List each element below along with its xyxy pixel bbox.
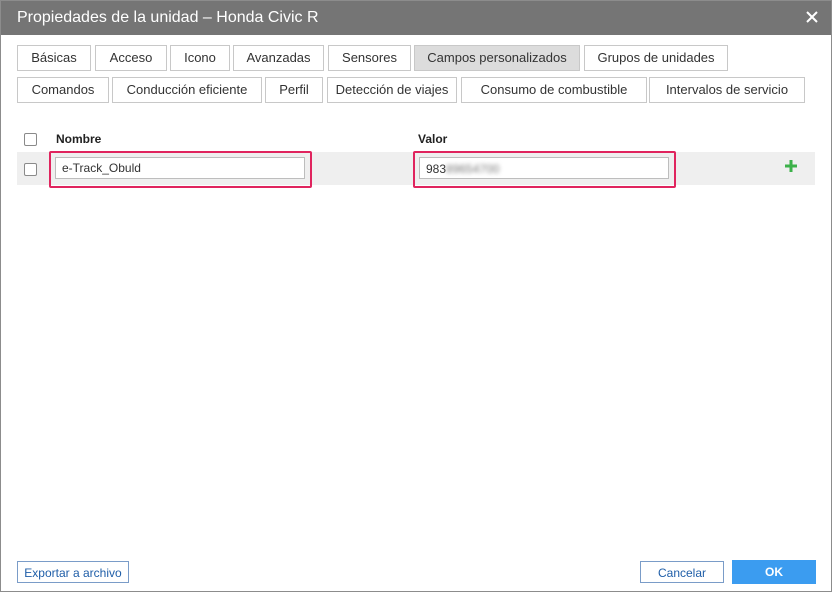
cancel-button[interactable]: Cancelar <box>640 561 724 583</box>
unit-properties-dialog: Propiedades de la unidad – Honda Civic R… <box>0 0 832 592</box>
dialog-title: Propiedades de la unidad – Honda Civic R <box>17 9 319 26</box>
tab-grupos-de-unidades[interactable]: Grupos de unidades <box>584 45 728 71</box>
dialog-titlebar: Propiedades de la unidad – Honda Civic R <box>1 1 831 35</box>
tab-acceso[interactable]: Acceso <box>95 45 167 71</box>
row-checkbox[interactable] <box>24 163 37 176</box>
tab-deteccion-de-viajes[interactable]: Detección de viajes <box>327 77 457 103</box>
custom-field-name-input[interactable] <box>55 157 305 179</box>
tab-sensores[interactable]: Sensores <box>328 45 411 71</box>
tab-basicas[interactable]: Básicas <box>17 45 91 71</box>
tab-perfil[interactable]: Perfil <box>265 77 323 103</box>
ok-button[interactable]: OK <box>732 560 816 584</box>
select-all-checkbox[interactable] <box>24 133 37 146</box>
tab-intervalos-de-servicio[interactable]: Intervalos de servicio <box>649 77 805 103</box>
tab-icono[interactable]: Icono <box>170 45 230 71</box>
tab-comandos[interactable]: Comandos <box>17 77 109 103</box>
value-blurred-text: 89654700 <box>446 162 500 176</box>
value-visible-text: 983 <box>426 162 447 176</box>
custom-field-value-input[interactable]: 98389654700 <box>419 157 669 179</box>
close-icon[interactable] <box>803 8 821 26</box>
export-to-file-button[interactable]: Exportar a archivo <box>17 561 129 583</box>
tab-campos-personalizados[interactable]: Campos personalizados <box>414 45 580 71</box>
plus-icon[interactable] <box>784 159 798 173</box>
tab-consumo-de-combustible[interactable]: Consumo de combustible <box>461 77 647 103</box>
tab-conduccion-eficiente[interactable]: Conducción eficiente <box>112 77 262 103</box>
column-header-value: Valor <box>418 132 448 146</box>
tab-avanzadas[interactable]: Avanzadas <box>233 45 324 71</box>
column-header-name: Nombre <box>56 132 102 146</box>
